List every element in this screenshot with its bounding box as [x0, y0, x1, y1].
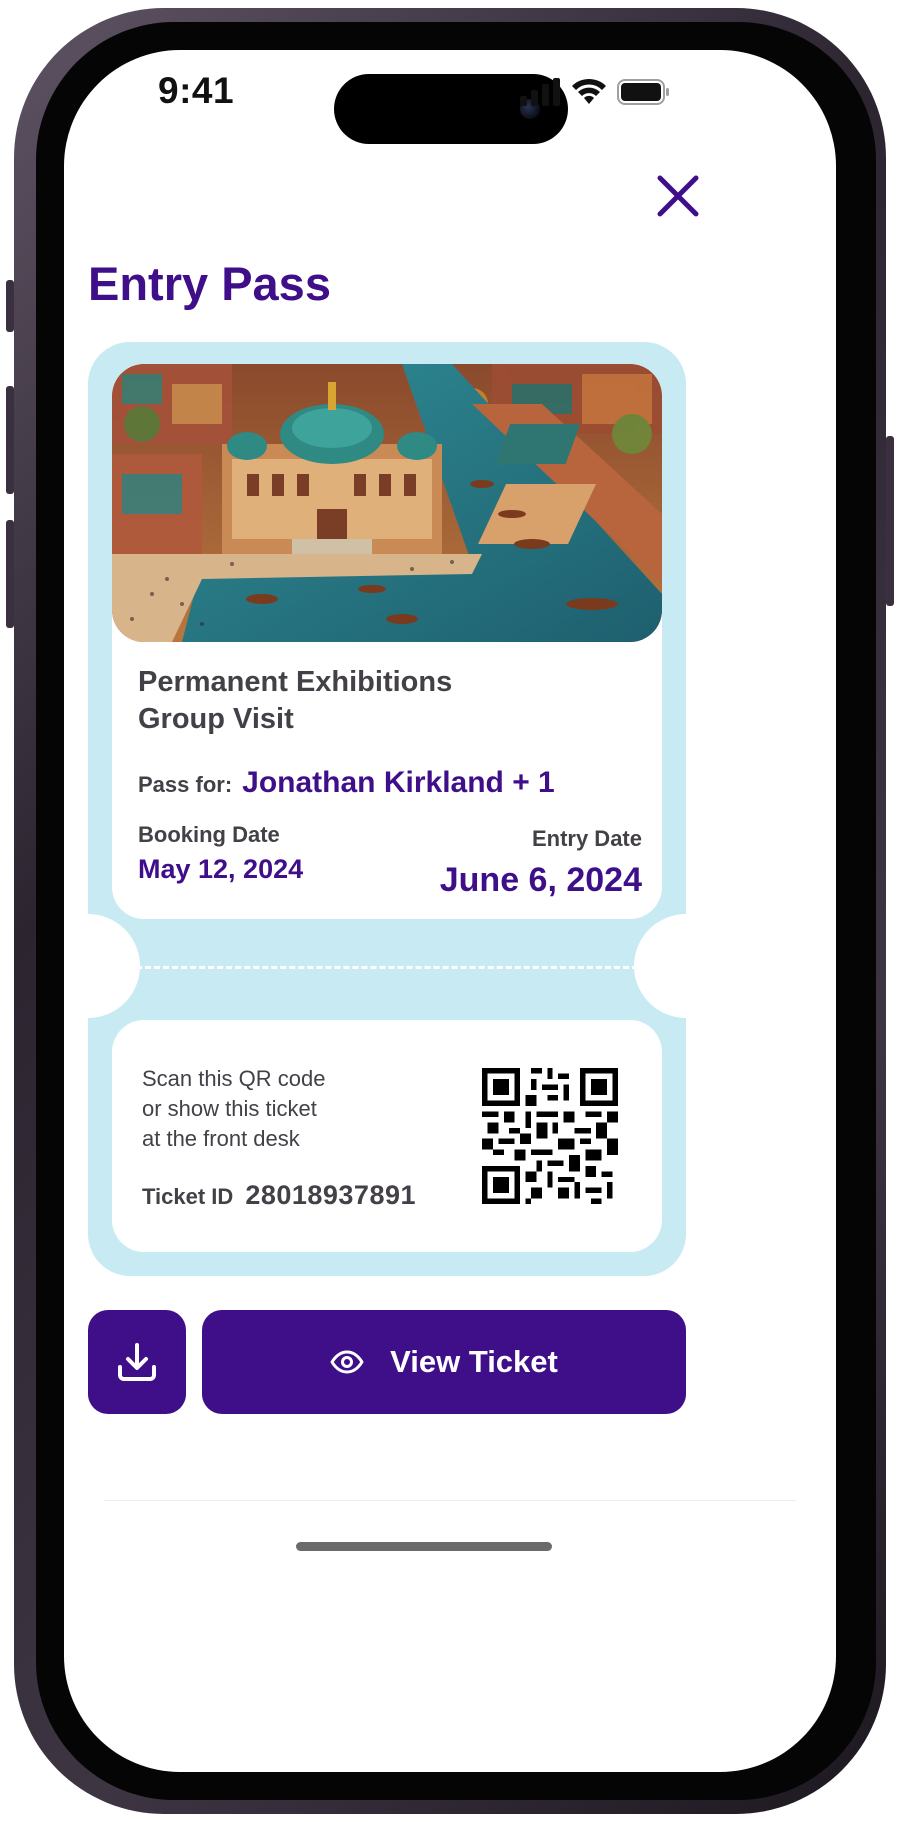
bottom-divider [104, 1500, 796, 1501]
pass-holder-name: Jonathan Kirkland + 1 [242, 766, 555, 799]
entry-date-label: Entry Date [531, 826, 642, 851]
wifi-icon [572, 78, 606, 104]
power-button [886, 436, 894, 606]
event-name-line1: Permanent Exhibitions [138, 666, 453, 698]
ticket-divider [136, 966, 638, 969]
screen: 9:41 Entry Pass Permanent Exhibitions Gr… [64, 50, 836, 1772]
booking-date: May 12, 2024 [138, 854, 304, 884]
ticket-notch-right [634, 914, 738, 1018]
ticket-card: Permanent Exhibitions Group Visit Pass f… [64, 342, 738, 1276]
battery-icon [617, 79, 669, 105]
ticket-qr-section: Scan this QR code or show this ticket at… [112, 1020, 662, 1252]
signal-icon [520, 78, 560, 106]
action-button [6, 280, 14, 332]
view-ticket-label: View Ticket [390, 1344, 558, 1379]
entry-date: June 6, 2024 [439, 861, 642, 899]
pass-for-row: Pass for: Jonathan Kirkland + 1 [138, 766, 555, 800]
scan-line-1: Scan this QR code [142, 1066, 326, 1091]
ticket-id-label: Ticket ID [142, 1184, 234, 1209]
close-button[interactable] [646, 164, 710, 228]
download-icon [118, 1343, 156, 1381]
close-icon [657, 175, 699, 217]
scan-line-2: or show this ticket [142, 1096, 317, 1121]
status-time: 9:41 [158, 70, 235, 111]
view-ticket-button[interactable]: View Ticket [202, 1310, 686, 1414]
download-button[interactable] [88, 1310, 186, 1414]
ticket-notch-left [64, 914, 140, 1018]
event-name: Permanent Exhibitions Group Visit [138, 664, 638, 738]
ticket-id-value: 28018937891 [245, 1180, 416, 1210]
scan-instructions: Scan this QR code or show this ticket at… [142, 1064, 442, 1154]
volume-up-button [6, 386, 14, 494]
event-name-line2: Group Visit [138, 703, 294, 735]
scan-line-3: at the front desk [142, 1126, 300, 1151]
status-icons [520, 76, 690, 108]
museum-image [112, 364, 662, 642]
qr-code [482, 1068, 618, 1204]
booking-date-label: Booking Date [138, 822, 280, 847]
page-title: Entry Pass [88, 257, 331, 310]
pass-for-label: Pass for: [138, 772, 233, 797]
ticket-id-row: Ticket ID 28018937891 [142, 1180, 416, 1211]
eye-icon [330, 1350, 364, 1374]
ticket-details: Permanent Exhibitions Group Visit Pass f… [112, 364, 662, 919]
home-indicator[interactable] [296, 1542, 552, 1551]
volume-down-button [6, 520, 14, 628]
